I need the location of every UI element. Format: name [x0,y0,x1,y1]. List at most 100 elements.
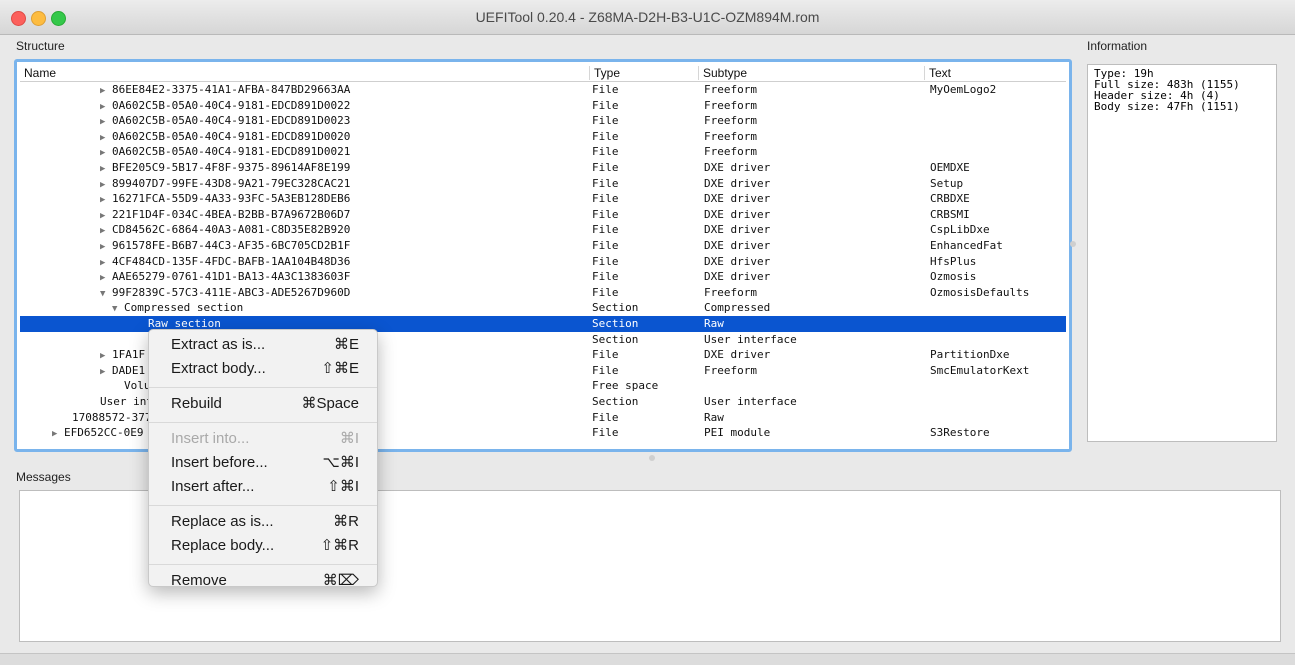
tree-cell-text: CRBDXE [930,192,970,206]
vertical-splitter-handle[interactable] [1070,241,1076,247]
tree-cell-type: File [592,176,619,190]
tree-item-name: DADE1 [112,363,146,377]
tree-row[interactable]: ▶ 0A602C5B-05A0-40C4-9181-EDCD891D0022 Fil… [20,98,1066,114]
column-header-name[interactable]: Name [20,66,594,80]
tree-item-name: 0A602C5B-05A0-40C4-9181-EDCD891D0020 [112,129,351,143]
tree-row[interactable]: ▶ AAE65279-0761-41D1-BA13-4A3C1383603F Fil… [20,269,1066,285]
tree-item-name: 86EE84E2-3375-41A1-AFBA-847BD29663AA [112,83,351,96]
menu-item-insert-after[interactable]: Insert after... ⇧⌘I [149,476,377,498]
tree-row[interactable]: ▼ 99F2839C-57C3-411E-ABC3-ADE5267D960D Fil… [20,285,1066,301]
menu-separator [149,422,377,423]
tree-cell-subtype: Raw [704,317,724,330]
tree-cell-type: File [592,270,619,284]
tree-cell-subtype: DXE driver [704,348,771,362]
menu-item-label: Insert before... [171,454,268,471]
column-header-text[interactable]: Text [924,66,1066,80]
tree-cell-type: Section [592,332,639,346]
tree-cell-type: File [592,207,619,221]
tree-cell-type: File [592,223,619,237]
tree-row[interactable]: ▶ 0A602C5B-05A0-40C4-9181-EDCD891D0020 Fil… [20,129,1066,145]
tree-cell-text: CspLibDxe [930,223,990,237]
tree-cell-type: File [592,129,619,143]
tree-cell-text: HfsPlus [930,254,977,268]
tree-cell-type: File [592,410,619,424]
menu-item-shortcut: ⌘⌦ [322,572,359,589]
menu-item-insert-into: Insert into... ⌘I [149,428,377,450]
title-bar: UEFITool 0.20.4 - Z68MA-D2H-B3-U1C-OZM89… [0,0,1295,35]
tree-item-name: 0A602C5B-05A0-40C4-9181-EDCD891D0022 [112,98,351,112]
window-title: UEFITool 0.20.4 - Z68MA-D2H-B3-U1C-OZM89… [475,9,820,25]
tree-cell-text: Setup [930,176,964,190]
tree-cell-subtype: Freeform [704,83,757,96]
tree-item-name: 0A602C5B-05A0-40C4-9181-EDCD891D0021 [112,145,351,159]
tree-row[interactable]: ▶ 961578FE-B6B7-44C3-AF35-6BC705CD2B1F Fil… [20,238,1066,254]
tree-cell-text: CRBSMI [930,207,970,221]
tree-cell-type: File [592,145,619,159]
tree-row[interactable]: ▶ BFE205C9-5B17-4F8F-9375-89614AF8E199 Fil… [20,160,1066,176]
tree-row[interactable]: ▶ 0A602C5B-05A0-40C4-9181-EDCD891D0021 Fil… [20,144,1066,160]
tree-item-name: 1FA1F [112,348,146,362]
tree-row[interactable]: ▶ 221F1D4F-034C-4BEA-B2BB-B7A9672B06D7 Fil… [20,207,1066,223]
tree-cell-type: Free space [592,379,659,393]
tree-row[interactable]: ▶ 4CF484CD-135F-4FDC-BAFB-1AA104B48D36 Fil… [20,254,1066,270]
tree-cell-subtype: Compressed [704,301,771,315]
tree-item-name: 899407D7-99FE-43D8-9A21-79EC328CAC21 [112,176,351,190]
tree-row[interactable]: ▶ 899407D7-99FE-43D8-9A21-79EC328CAC21 Fil… [20,176,1066,192]
tree-cell-subtype: DXE driver [704,192,771,206]
tree-cell-subtype: User interface [704,395,797,408]
tree-cell-type: File [592,239,619,252]
tree-cell-type: File [592,426,619,440]
menu-item-label: Rebuild [171,395,222,412]
tree-cell-type: Section [592,395,639,408]
menu-item-replace-as-is[interactable]: Replace as is... ⌘R [149,511,377,533]
tree-cell-name: User int [88,394,153,410]
column-header-type[interactable]: Type [589,66,702,80]
menu-item-shortcut: ⇧⌘E [321,360,359,377]
menu-item-remove[interactable]: Remove ⌘⌦ [149,570,377,592]
horizontal-splitter-handle[interactable] [649,455,655,461]
tree-cell-subtype: Freeform [704,98,757,112]
tree-row[interactable]: ▶ CD84562C-6864-40A3-A081-C8D35E82B920 Fil… [20,222,1066,238]
tree-cell-type: Section [592,301,639,315]
tree-row[interactable]: ▼ Compressed section Section Compressed [20,300,1066,316]
tree-cell-subtype: PEI module [704,426,771,440]
menu-item-replace-body[interactable]: Replace body... ⇧⌘R [149,535,377,557]
tree-item-name: 99F2839C-57C3-411E-ABC3-ADE5267D960D [112,285,351,299]
tree-cell-text: OEMDXE [930,161,970,174]
tree-item-name: 16271FCA-55D9-4A33-93FC-5A3EB128DEB6 [112,192,351,206]
tree-item-name: BFE205C9-5B17-4F8F-9375-89614AF8E199 [112,161,351,174]
messages-label: Messages [16,470,71,484]
menu-item-extract-as-is[interactable]: Extract as is... ⌘E [149,334,377,356]
menu-item-label: Extract as is... [171,336,266,353]
disclosure-collapsed-icon[interactable]: ▶ [52,427,64,443]
menu-separator [149,505,377,506]
menu-separator [149,564,377,565]
menu-item-shortcut: ⇧⌘R [320,537,359,554]
menu-item-label: Insert into... [171,430,250,447]
menu-item-rebuild[interactable]: Rebuild ⌘Space [149,393,377,415]
tree-cell-text: S3Restore [930,426,990,440]
tree-cell-text: PartitionDxe [930,348,1010,362]
menu-item-label: Replace body... [171,537,275,554]
menu-item-insert-before[interactable]: Insert before... ⌥⌘I [149,452,377,474]
tree-row[interactable]: ▶ 0A602C5B-05A0-40C4-9181-EDCD891D0023 Fil… [20,113,1066,129]
tree-item-name: User int [100,395,153,408]
tree-row[interactable]: ▶ 86EE84E2-3375-41A1-AFBA-847BD29663AA Fil… [20,82,1066,98]
tree-cell-name: ▶ EFD652CC-0E9 [52,425,143,443]
tree-cell-text: Ozmosis [930,270,977,284]
tree-cell-subtype: DXE driver [704,207,771,221]
menu-item-label: Remove [171,572,227,589]
menu-item-extract-body[interactable]: Extract body... ⇧⌘E [149,358,377,380]
tree-cell-type: File [592,98,619,112]
tree-cell-subtype: Freeform [704,363,757,377]
tree-cell-subtype: DXE driver [704,254,771,268]
tree-cell-text: EnhancedFat [930,239,1003,252]
tree-item-name: 0A602C5B-05A0-40C4-9181-EDCD891D0023 [112,114,351,128]
tree-cell-type: File [592,114,619,128]
column-header-subtype[interactable]: Subtype [698,66,928,80]
context-menu: Extract as is... ⌘E Extract body... ⇧⌘E Rebu… [148,329,378,589]
menu-item-shortcut: ⌘R [333,513,359,530]
tree-row[interactable]: ▶ 16271FCA-55D9-4A33-93FC-5A3EB128DEB6 Fil… [20,191,1066,207]
information-panel: Type: 19h Full size: 483h (1155) Header si… [1087,64,1277,442]
tree-cell-subtype: DXE driver [704,161,771,174]
